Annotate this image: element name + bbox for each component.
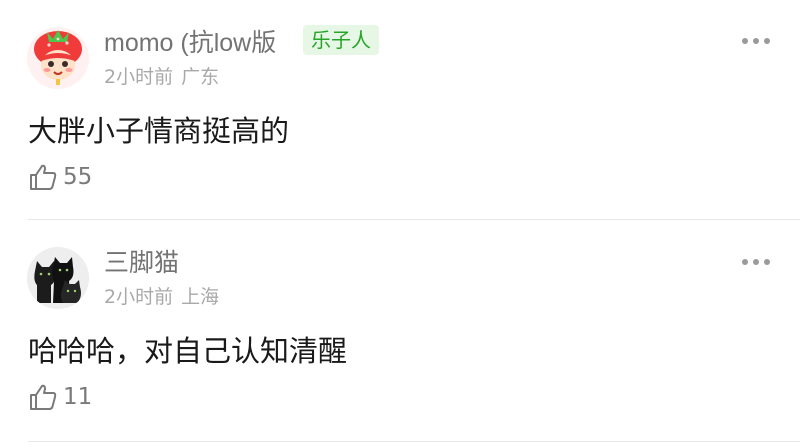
more-dot-icon <box>753 259 759 265</box>
author-name[interactable]: momo (抗low版 <box>104 23 276 59</box>
more-dot-icon <box>742 38 748 44</box>
comment-location: 上海 <box>181 286 220 308</box>
comment-time: 2小时前 <box>104 286 174 308</box>
comment-meta: 2小时前 广东 <box>104 62 219 89</box>
comment-time: 2小时前 <box>104 66 174 88</box>
more-options-button[interactable] <box>742 36 770 46</box>
more-dot-icon <box>742 259 748 265</box>
avatar[interactable] <box>27 247 89 309</box>
more-dot-icon <box>753 38 759 44</box>
avatar[interactable] <box>27 27 89 89</box>
more-dot-icon <box>764 259 770 265</box>
more-dot-icon <box>764 38 770 44</box>
divider <box>28 441 800 442</box>
comment-text: 哈哈哈，对自己认知清醒 <box>28 334 348 368</box>
like-button[interactable]: 11 <box>28 380 92 414</box>
more-options-button[interactable] <box>742 257 770 267</box>
like-button[interactable]: 55 <box>28 160 92 194</box>
comment-item: momo (抗low版 乐子人 2小时前 广东 大胖小子情商挺高的 55 <box>0 0 800 220</box>
comment-location: 广东 <box>181 66 220 88</box>
like-count: 55 <box>63 164 93 190</box>
user-badge: 乐子人 <box>303 25 379 55</box>
like-count: 11 <box>63 384 93 410</box>
black-cats-icon <box>27 247 89 309</box>
author-name[interactable]: 三脚猫 <box>104 243 179 279</box>
thumbs-up-icon <box>30 164 57 190</box>
comment-text: 大胖小子情商挺高的 <box>28 114 290 148</box>
strawberry-girl-icon <box>27 27 89 89</box>
comment-item: 三脚猫 2小时前 上海 哈哈哈，对自己认知清醒 11 <box>0 220 800 448</box>
thumbs-up-icon <box>30 384 57 410</box>
comment-meta: 2小时前 上海 <box>104 282 219 309</box>
